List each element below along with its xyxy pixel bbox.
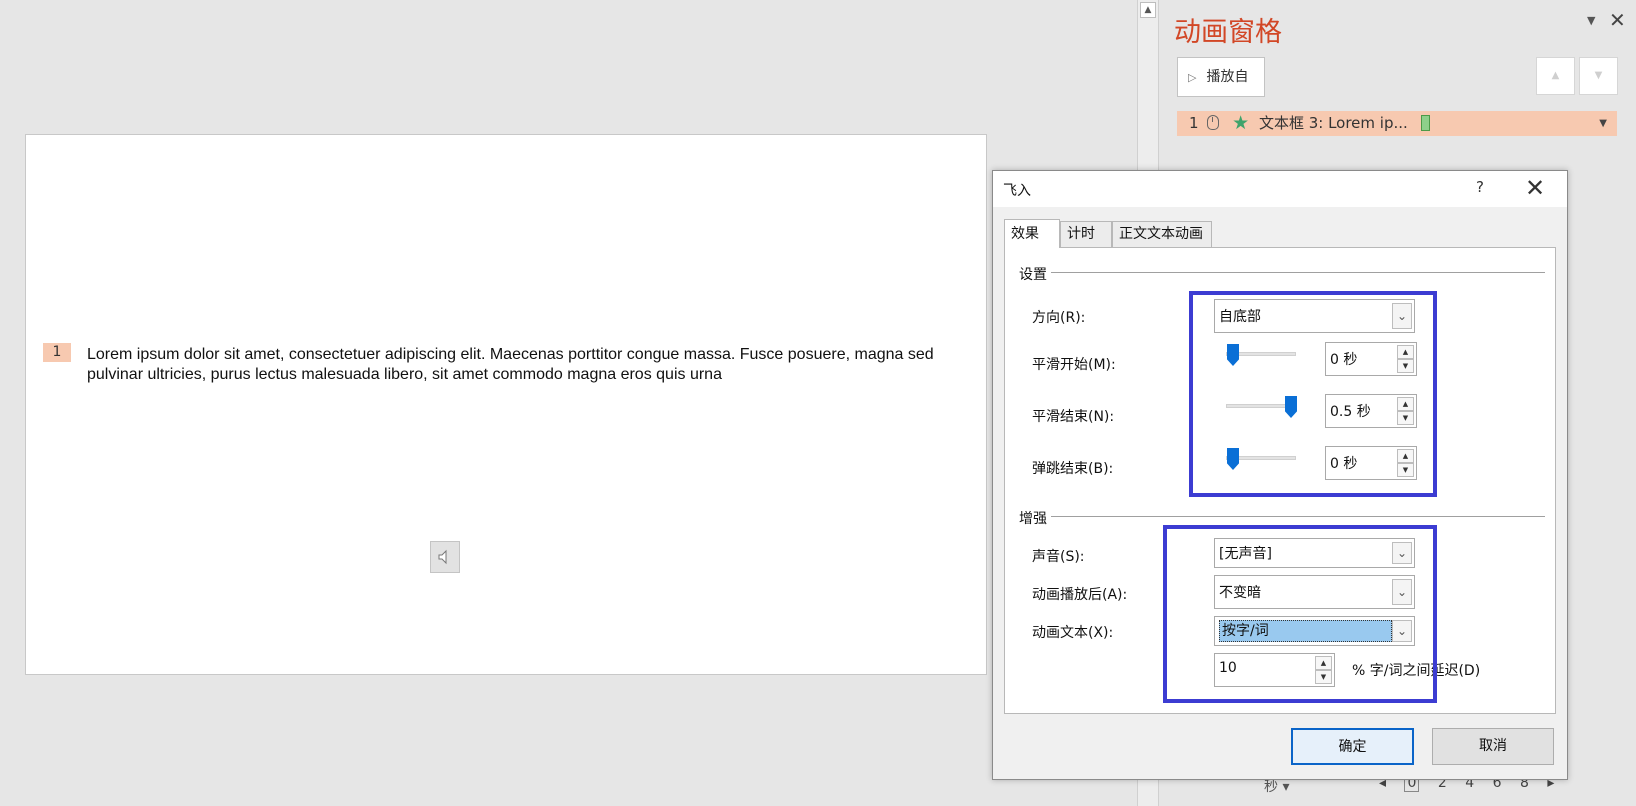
sound-label: 声音(S):: [1032, 549, 1085, 565]
timing-bar-icon: [1420, 115, 1430, 131]
divider: [1019, 272, 1545, 273]
slide-canvas[interactable]: 1 Lorem ipsum dolor sit amet, consectetu…: [25, 134, 987, 675]
after-animation-label: 动画播放后(A):: [1032, 587, 1128, 603]
move-up-button[interactable]: ▲: [1536, 57, 1575, 95]
enhance-group-label: 增强: [1019, 508, 1051, 528]
dialog-titlebar: 飞入 ? ✕: [993, 171, 1567, 207]
animation-tag-number: 1: [43, 343, 71, 362]
close-icon[interactable]: ✕: [1525, 174, 1545, 202]
tab-timing[interactable]: 计时: [1060, 221, 1112, 248]
item-label: 文本框 3: Lorem ip...: [1258, 114, 1408, 132]
direction-label: 方向(R):: [1032, 310, 1086, 326]
speaker-icon[interactable]: [430, 541, 460, 573]
dialog-title: 飞入: [1003, 183, 1031, 199]
cancel-button[interactable]: 取消: [1432, 728, 1554, 765]
seconds-label: 秒: [1264, 779, 1278, 795]
chevron-down-icon[interactable]: ▼: [1599, 111, 1607, 136]
ok-button[interactable]: 确定: [1291, 728, 1414, 765]
help-icon[interactable]: ?: [1476, 178, 1484, 196]
dropdown-triangle-icon[interactable]: ▼: [1587, 14, 1595, 27]
highlight-box: [1189, 291, 1437, 497]
settings-group-label: 设置: [1019, 264, 1051, 284]
play-label: 播放自: [1206, 69, 1249, 85]
divider: [1019, 516, 1545, 517]
pane-title: 动画窗格: [1174, 17, 1282, 48]
tab-text-animation[interactable]: 正文文本动画: [1112, 221, 1212, 248]
animation-list-item[interactable]: 1 ★ 文本框 3: Lorem ip... ▼: [1177, 111, 1617, 136]
close-icon[interactable]: ✕: [1609, 10, 1626, 30]
mouse-click-icon: [1207, 115, 1220, 130]
slide-text-box[interactable]: Lorem ipsum dolor sit amet, consectetuer…: [87, 345, 967, 385]
move-down-button[interactable]: ▼: [1579, 57, 1618, 95]
scroll-up-icon[interactable]: ▲: [1140, 2, 1156, 18]
play-from-button[interactable]: ▷ 播放自: [1177, 57, 1265, 97]
smooth-start-label: 平滑开始(M):: [1032, 357, 1116, 373]
animate-text-label: 动画文本(X):: [1032, 625, 1114, 641]
tab-effect[interactable]: 效果: [1004, 219, 1060, 248]
play-icon: ▷: [1188, 71, 1197, 84]
smooth-end-label: 平滑结束(N):: [1032, 409, 1115, 425]
star-entrance-icon: ★: [1232, 112, 1250, 134]
item-number: 1: [1189, 114, 1199, 132]
highlight-box: [1163, 525, 1437, 703]
bounce-end-label: 弹跳结束(B):: [1032, 461, 1114, 477]
